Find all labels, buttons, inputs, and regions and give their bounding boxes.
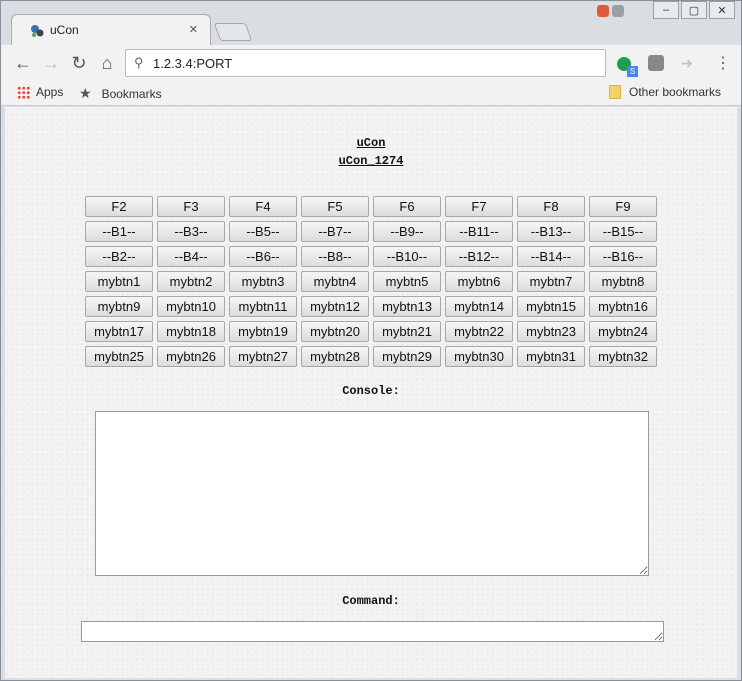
- grid-button[interactable]: mybtn7: [517, 271, 585, 292]
- extension-badge: S: [627, 66, 638, 77]
- back-arrow-icon[interactable]: ←: [11, 51, 35, 75]
- home-icon[interactable]: ⌂: [95, 51, 119, 75]
- grid-button[interactable]: mybtn12: [301, 296, 369, 317]
- grid-button[interactable]: mybtn9: [85, 296, 153, 317]
- forward-arrow-icon[interactable]: →: [39, 51, 63, 75]
- grid-button[interactable]: --B7--: [301, 221, 369, 242]
- grid-button[interactable]: mybtn19: [229, 321, 297, 342]
- grid-button[interactable]: mybtn13: [373, 296, 441, 317]
- folder-icon: [609, 85, 621, 99]
- grid-button[interactable]: F3: [157, 196, 225, 217]
- grid-button[interactable]: --B2--: [85, 246, 153, 267]
- command-label: Command:: [342, 594, 400, 608]
- grid-button[interactable]: --B16--: [589, 246, 657, 267]
- grid-button[interactable]: --B10--: [373, 246, 441, 267]
- grid-button[interactable]: --B1--: [85, 221, 153, 242]
- grid-button[interactable]: --B3--: [157, 221, 225, 242]
- extension-gray-icon[interactable]: [648, 55, 664, 71]
- console-label: Console:: [342, 384, 400, 398]
- grid-button[interactable]: mybtn30: [445, 346, 513, 367]
- grid-button[interactable]: --B12--: [445, 246, 513, 267]
- grid-button[interactable]: mybtn31: [517, 346, 585, 367]
- grid-button[interactable]: mybtn23: [517, 321, 585, 342]
- address-bar[interactable]: ⚲: [125, 49, 606, 77]
- url-input[interactable]: [153, 54, 593, 72]
- grid-button[interactable]: mybtn26: [157, 346, 225, 367]
- page-title: uCon: [356, 136, 386, 150]
- bookmarks-bar: Apps ★ Bookmarks Other bookmarks: [1, 81, 741, 106]
- page-content: uCon uCon_1274 F2 F3 F4 F5 F6 F7 F8 F9 --B1-- --B…: [5, 107, 737, 678]
- new-tab-button[interactable]: [213, 23, 253, 41]
- grid-button[interactable]: mybtn10: [157, 296, 225, 317]
- grid-button[interactable]: mybtn22: [445, 321, 513, 342]
- grid-button[interactable]: mybtn2: [157, 271, 225, 292]
- sync-icon: [597, 5, 609, 17]
- grid-button[interactable]: mybtn20: [301, 321, 369, 342]
- grid-button[interactable]: --B6--: [229, 246, 297, 267]
- grid-button[interactable]: mybtn3: [229, 271, 297, 292]
- grid-button[interactable]: F5: [301, 196, 369, 217]
- grid-button[interactable]: --B5--: [229, 221, 297, 242]
- grid-button[interactable]: mybtn11: [229, 296, 297, 317]
- minimize-button[interactable]: –: [653, 1, 679, 19]
- grid-button[interactable]: mybtn1: [85, 271, 153, 292]
- grid-button[interactable]: mybtn6: [445, 271, 513, 292]
- grid-button[interactable]: F2: [85, 196, 153, 217]
- grid-button[interactable]: mybtn16: [589, 296, 657, 317]
- page-subtitle: uCon_1274: [338, 154, 404, 168]
- grid-button[interactable]: mybtn25: [85, 346, 153, 367]
- grid-button[interactable]: F6: [373, 196, 441, 217]
- grid-button[interactable]: --B13--: [517, 221, 585, 242]
- tab-close-icon[interactable]: ×: [189, 21, 198, 38]
- search-icon: ⚲: [134, 55, 144, 70]
- grid-button[interactable]: mybtn28: [301, 346, 369, 367]
- close-window-button[interactable]: ✕: [709, 1, 735, 19]
- profile-indicator[interactable]: [597, 3, 631, 19]
- grid-button[interactable]: --B15--: [589, 221, 657, 242]
- grid-button[interactable]: mybtn4: [301, 271, 369, 292]
- grid-button[interactable]: mybtn24: [589, 321, 657, 342]
- grid-button[interactable]: --B11--: [445, 221, 513, 242]
- grid-button[interactable]: mybtn18: [157, 321, 225, 342]
- console-textarea[interactable]: [95, 411, 649, 576]
- bookmark-bookmarks[interactable]: ★ Bookmarks: [79, 85, 162, 102]
- bookmark-other[interactable]: Other bookmarks: [609, 85, 721, 99]
- grid-button[interactable]: mybtn5: [373, 271, 441, 292]
- grid-button[interactable]: mybtn8: [589, 271, 657, 292]
- grid-button[interactable]: mybtn29: [373, 346, 441, 367]
- maximize-button[interactable]: ▢: [681, 1, 707, 19]
- grid-button[interactable]: mybtn32: [589, 346, 657, 367]
- kebab-menu-icon[interactable]: ⋮: [715, 53, 731, 73]
- browser-window: uCon × – ▢ ✕ ← → ↻ ⌂ ⚲ S ➔ ⋮ Apps: [0, 0, 742, 681]
- tab-title: uCon: [50, 23, 79, 37]
- grid-button[interactable]: mybtn14: [445, 296, 513, 317]
- grid-button[interactable]: --B8--: [301, 246, 369, 267]
- bookmark-apps[interactable]: Apps: [17, 85, 63, 99]
- profile-icon: [612, 5, 624, 17]
- bookmark-bookmarks-label: Bookmarks: [101, 86, 162, 101]
- bookmark-apps-label: Apps: [36, 85, 64, 99]
- grid-button[interactable]: F8: [517, 196, 585, 217]
- grid-button[interactable]: F7: [445, 196, 513, 217]
- button-grid: F2 F3 F4 F5 F6 F7 F8 F9 --B1-- --B3-- --B5-- --B7--…: [85, 196, 657, 367]
- grid-button[interactable]: mybtn17: [85, 321, 153, 342]
- apps-grid-icon: [17, 85, 30, 99]
- grid-button[interactable]: mybtn15: [517, 296, 585, 317]
- browser-toolbar: ← → ↻ ⌂ ⚲ S ➔ ⋮: [1, 45, 741, 81]
- ucon-favicon-icon: [31, 25, 44, 37]
- grid-button[interactable]: mybtn21: [373, 321, 441, 342]
- grid-button[interactable]: F4: [229, 196, 297, 217]
- grid-button[interactable]: --B9--: [373, 221, 441, 242]
- reload-icon[interactable]: ↻: [67, 51, 91, 75]
- grid-button[interactable]: F9: [589, 196, 657, 217]
- extension-arrow-icon[interactable]: ➔: [681, 55, 693, 72]
- grid-button[interactable]: mybtn27: [229, 346, 297, 367]
- command-input[interactable]: [81, 621, 664, 642]
- bookmark-other-label: Other bookmarks: [629, 85, 722, 99]
- window-controls: – ▢ ✕: [653, 1, 735, 21]
- grid-button[interactable]: --B4--: [157, 246, 225, 267]
- star-icon: ★: [79, 85, 92, 101]
- grid-button[interactable]: --B14--: [517, 246, 585, 267]
- tab-strip: uCon × – ▢ ✕: [1, 1, 741, 45]
